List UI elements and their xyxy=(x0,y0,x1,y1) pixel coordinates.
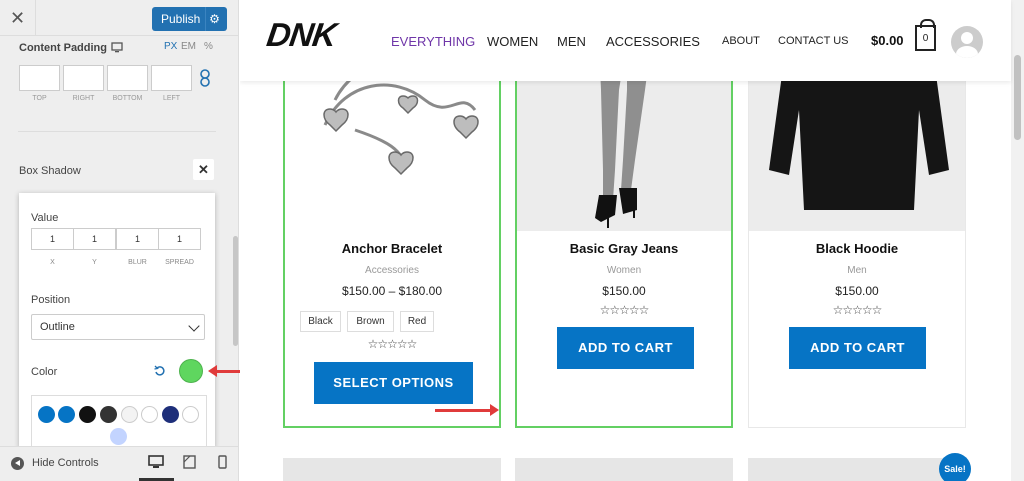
padding-bottom-caption: BOTTOM xyxy=(112,95,143,102)
nav-about[interactable]: ABOUT xyxy=(722,35,760,47)
product-card-next[interactable] xyxy=(283,458,501,481)
product-price: $150.00 – $180.00 xyxy=(341,284,443,298)
palette-color[interactable] xyxy=(110,428,127,445)
palette-color[interactable] xyxy=(38,406,55,423)
shadow-x-input[interactable]: 1 xyxy=(31,228,74,250)
site-logo[interactable]: DNK xyxy=(264,16,338,54)
cart-total[interactable]: $0.00 xyxy=(871,33,904,48)
palette-color[interactable] xyxy=(182,406,199,423)
annotation-arrow-head xyxy=(490,404,499,416)
sidebar-scrollbar[interactable] xyxy=(233,236,238,346)
product-category[interactable]: Accessories xyxy=(285,265,499,276)
box-shadow-close-button[interactable]: ✕ xyxy=(193,159,214,180)
palette-color[interactable] xyxy=(58,406,75,423)
attribute-black[interactable]: Black xyxy=(300,311,341,332)
padding-bottom-input[interactable] xyxy=(107,65,148,91)
position-label: Position xyxy=(31,294,71,306)
palette-color[interactable] xyxy=(141,406,158,423)
attribute-red[interactable]: Red xyxy=(400,311,434,332)
padding-left-caption: LEFT xyxy=(162,95,181,102)
chevron-down-icon xyxy=(188,320,200,332)
site-header: DNK EVERYTHING WOMEN MEN ACCESSORIES ABO… xyxy=(240,0,1011,81)
attribute-brown[interactable]: Brown xyxy=(347,311,394,332)
shadow-x-caption: X xyxy=(50,259,55,266)
shadow-y-caption: Y xyxy=(92,259,97,266)
palette-color[interactable] xyxy=(79,406,96,423)
avatar[interactable] xyxy=(951,26,983,58)
value-label: Value xyxy=(31,212,59,224)
publish-button[interactable]: Publish ⚙ xyxy=(152,7,227,31)
tablet-preview-icon[interactable] xyxy=(182,455,198,469)
product-title[interactable]: Black Hoodie xyxy=(749,241,965,256)
hide-controls-icon[interactable] xyxy=(11,457,24,470)
nav-women[interactable]: WOMEN xyxy=(487,34,538,49)
shadow-blur-caption: BLUR xyxy=(128,259,147,266)
palette-color[interactable] xyxy=(100,406,117,423)
sale-badge: Sale! xyxy=(939,453,971,481)
section-divider xyxy=(18,131,216,132)
padding-top-caption: TOP xyxy=(32,95,47,102)
position-select[interactable]: Outline xyxy=(31,314,205,340)
box-shadow-popup: Value 1 1 1 1 X Y BLUR SPREAD Position O… xyxy=(19,193,215,455)
mobile-preview-icon[interactable] xyxy=(215,455,231,469)
hide-controls-label[interactable]: Hide Controls xyxy=(32,457,99,469)
padding-right-input[interactable] xyxy=(63,65,104,91)
box-shadow-title: Box Shadow xyxy=(19,165,81,177)
unit-em[interactable]: EM xyxy=(181,41,196,52)
annotation-arrow-head xyxy=(208,365,217,377)
link-values-icon[interactable] xyxy=(198,69,212,87)
product-price: $150.00 xyxy=(602,284,646,298)
annotation-arrow xyxy=(435,409,490,412)
padding-top-input[interactable] xyxy=(19,65,60,91)
unit-px[interactable]: PX xyxy=(164,41,177,52)
shadow-blur-input[interactable]: 1 xyxy=(116,228,159,250)
product-card-next[interactable] xyxy=(748,458,966,481)
add-to-cart-button[interactable]: ADD TO CART xyxy=(557,327,694,369)
product-category[interactable]: Women xyxy=(517,265,731,276)
shadow-y-input[interactable]: 1 xyxy=(73,228,116,250)
reset-icon[interactable] xyxy=(154,365,166,377)
cart-icon[interactable]: 0 xyxy=(915,19,936,51)
rating-stars: ☆☆☆☆☆ xyxy=(832,303,883,317)
desktop-icon[interactable] xyxy=(111,42,123,53)
color-swatch[interactable] xyxy=(180,360,202,382)
preview-scrollbar[interactable] xyxy=(1011,0,1024,481)
gear-icon[interactable]: ⚙ xyxy=(205,7,223,31)
nav-contact-us[interactable]: CONTACT US xyxy=(778,35,849,47)
product-title[interactable]: Basic Gray Jeans xyxy=(517,241,731,256)
product-card-next[interactable] xyxy=(515,458,733,481)
close-customizer-button[interactable]: ✕ xyxy=(0,0,36,36)
shadow-spread-caption: SPREAD xyxy=(165,259,194,266)
customizer-sidebar: ✕ Publish ⚙ Content Padding PX EM % TOP … xyxy=(0,0,239,481)
site-preview: Anchor Bracelet Accessories $150.00 – $1… xyxy=(240,0,1024,481)
shadow-spread-input[interactable]: 1 xyxy=(158,228,201,250)
color-label: Color xyxy=(31,366,58,378)
nav-men[interactable]: MEN xyxy=(557,34,586,49)
select-options-button[interactable]: SELECT OPTIONS xyxy=(314,362,473,404)
content-padding-title: Content Padding xyxy=(19,42,107,54)
cart-count: 0 xyxy=(922,33,929,44)
product-price: $150.00 xyxy=(835,284,879,298)
unit-percent[interactable]: % xyxy=(204,41,213,52)
palette-color[interactable] xyxy=(121,406,138,423)
product-category[interactable]: Men xyxy=(749,265,965,276)
nav-accessories[interactable]: ACCESSORIES xyxy=(606,34,700,49)
product-title[interactable]: Anchor Bracelet xyxy=(285,241,499,256)
palette-color[interactable] xyxy=(162,406,179,423)
desktop-preview-icon[interactable] xyxy=(148,455,164,469)
add-to-cart-button[interactable]: ADD TO CART xyxy=(789,327,926,369)
rating-stars: ☆☆☆☆☆ xyxy=(367,337,418,351)
padding-right-caption: RIGHT xyxy=(72,95,95,102)
publish-label: Publish xyxy=(161,12,201,26)
nav-everything[interactable]: EVERYTHING xyxy=(391,34,475,49)
position-value: Outline xyxy=(40,321,75,333)
padding-left-input[interactable] xyxy=(151,65,192,91)
scrollbar-thumb[interactable] xyxy=(1014,55,1021,140)
rating-stars: ☆☆☆☆☆ xyxy=(599,303,650,317)
